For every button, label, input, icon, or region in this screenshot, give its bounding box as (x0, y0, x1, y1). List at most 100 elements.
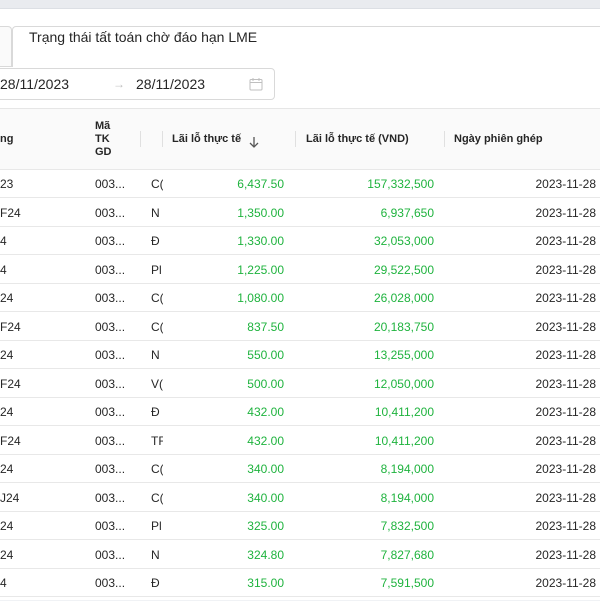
cell-contract: 4 (0, 234, 7, 248)
cell-pnl-vnd: 10,411,200 (374, 433, 434, 448)
cell-match-date: 2023-11-28 (535, 177, 597, 191)
cell-account: 003... (95, 547, 126, 562)
cell-pnl-vnd: 12,050,000 (373, 376, 434, 391)
cell-contract: 24 (0, 462, 14, 476)
cell-contract: 24 (0, 291, 14, 305)
cell-match-date: 2023-11-28 (535, 462, 597, 476)
table-row[interactable]: 23 003... C(6,437.50 157,332,500 2023-11-28 (0, 169, 600, 198)
cell-product: Pl (151, 519, 162, 533)
table-row[interactable]: 24 003... Pl 325.00 7,832,500 2023-11-28 (0, 511, 600, 540)
cell-product: TF (151, 433, 163, 448)
cell-pnl: 1,330.00 (237, 234, 284, 248)
date-start-input[interactable]: 28/11/2023 (0, 76, 69, 92)
cell-product: C( (151, 490, 163, 505)
cell-product: Pl (151, 262, 162, 277)
cell-match-date: 2023-11-28 (535, 576, 597, 590)
tab-bar-line (0, 66, 12, 67)
cell-match-date: 2023-11-28 (535, 291, 597, 305)
date-range-separator: → (113, 77, 125, 91)
cell-pnl: 432.00 (247, 433, 284, 448)
cell-match-date: 2023-11-28 (535, 519, 597, 533)
cell-pnl: 837.50 (247, 319, 284, 334)
cell-account: 003... (95, 348, 126, 362)
cell-product: C( (151, 291, 163, 305)
cell-account: 003... (95, 519, 126, 533)
table-row[interactable]: F24 003... C(837.50 20,183,750 2023-11-28 (0, 312, 600, 341)
cell-account: 003... (95, 462, 126, 476)
cell-contract: F24 (0, 433, 21, 448)
header-pnl-vnd[interactable]: Lãi lỗ thực tế (VND) (306, 133, 409, 145)
table-row[interactable]: F24 003... N 1,350.00 6,937,650 2023-11-28 (0, 198, 600, 227)
table-row[interactable]: F24 003... TF 432.00 10,411,200 2023-11-28 (0, 426, 600, 455)
table-row[interactable]: 24 003... N 550.00 13,255,000 2023-11-28 (0, 340, 600, 369)
tab-label[interactable]: Trạng thái tất toán chờ đáo hạn LME (29, 29, 257, 45)
header-contract: ng (0, 133, 14, 145)
header-pnl[interactable]: Lãi lỗ thực tế (172, 133, 241, 145)
table-row[interactable]: F24 003... V( 500.00 12,050,000 2023-11-28 (0, 369, 600, 398)
cell-product: V( (151, 376, 163, 391)
cell-account: 003... (95, 405, 126, 419)
header-divider (444, 131, 445, 147)
cell-contract: 24 (0, 519, 14, 533)
cell-contract: 24 (0, 405, 14, 419)
cell-match-date: 2023-11-28 (535, 490, 597, 505)
table-row[interactable]: 4 003... Đ 1,330.00 32,053,000 2023-11-28 (0, 226, 600, 255)
cell-contract: 24 (0, 348, 14, 362)
cell-product: Đ (151, 405, 160, 419)
table-row[interactable]: 24 003... Đ 432.00 10,411,200 2023-11-28 (0, 397, 600, 426)
arrow-down-icon[interactable] (247, 136, 261, 148)
cell-pnl: 1,080.00 (237, 291, 284, 305)
calendar-icon[interactable] (249, 77, 263, 91)
cell-contract: F24 (0, 376, 21, 391)
table-row[interactable]: 24 003... N 324.80 7,827,680 2023-11-28 (0, 540, 600, 569)
table-row[interactable]: J24 003... C(340.00 8,194,000 2023-11-28 (0, 483, 600, 512)
table-header: ng Mã TK GD Lãi lỗ thực tế Lãi lỗ thực t… (0, 109, 600, 170)
cell-pnl-vnd: 29,522,500 (373, 262, 434, 277)
cell-pnl: 1,225.00 (237, 262, 284, 277)
cell-pnl: 1,350.00 (237, 205, 284, 220)
cell-pnl: 315.00 (247, 576, 284, 590)
date-end-input[interactable]: 28/11/2023 (136, 76, 205, 92)
cell-account: 003... (95, 262, 126, 277)
cell-product: Đ (151, 234, 160, 248)
cell-pnl-vnd: 157,332,500 (367, 177, 434, 191)
cell-product: N (151, 348, 160, 362)
cell-pnl: 500.00 (247, 376, 284, 391)
cell-match-date: 2023-11-28 (535, 547, 597, 562)
table-row[interactable]: 4 003... Đ 315.00 7,591,500 2023-11-28 (0, 568, 600, 597)
cell-match-date: 2023-11-28 (535, 348, 597, 362)
cell-product: Đ (151, 576, 160, 590)
cell-product: N (151, 205, 160, 220)
cell-pnl: 324.80 (247, 547, 284, 562)
cell-match-date: 2023-11-28 (535, 376, 597, 391)
tab-previous[interactable] (0, 26, 12, 66)
cell-contract: F24 (0, 319, 21, 334)
cell-product: C( (151, 462, 163, 476)
cell-pnl: 550.00 (247, 348, 284, 362)
cell-account: 003... (95, 376, 126, 391)
header-match-date[interactable]: Ngày phiên ghép (454, 133, 543, 145)
header-account-line2: TK (95, 133, 110, 145)
cell-match-date: 2023-11-28 (535, 405, 597, 419)
cell-pnl: 6,437.50 (237, 177, 284, 191)
cell-account: 003... (95, 319, 126, 334)
cell-contract: F24 (0, 205, 21, 220)
header-divider (295, 131, 296, 147)
table-row[interactable]: 4 003... Pl 1,225.00 29,522,500 2023-11-28 (0, 255, 600, 284)
cell-match-date: 2023-11-28 (535, 319, 597, 334)
cell-pnl-vnd: 32,053,000 (373, 234, 434, 248)
cell-contract: 4 (0, 262, 7, 277)
cell-contract: 24 (0, 547, 14, 562)
header-divider (162, 131, 163, 147)
cell-pnl-vnd: 10,411,200 (374, 405, 434, 419)
cell-match-date: 2023-11-28 (535, 234, 597, 248)
cell-pnl: 340.00 (247, 490, 284, 505)
table-row[interactable]: 24 003... C(340.00 8,194,000 2023-11-28 (0, 454, 600, 483)
cell-contract: J24 (0, 490, 20, 505)
cell-pnl-vnd: 7,827,680 (380, 547, 434, 562)
cell-pnl-vnd: 7,591,500 (380, 576, 434, 590)
cell-account: 003... (95, 490, 126, 505)
table-row[interactable]: 24 003... C(1,080.00 26,028,000 2023-11-28 (0, 283, 600, 312)
cell-account: 003... (95, 576, 126, 590)
cell-pnl: 325.00 (247, 519, 284, 533)
